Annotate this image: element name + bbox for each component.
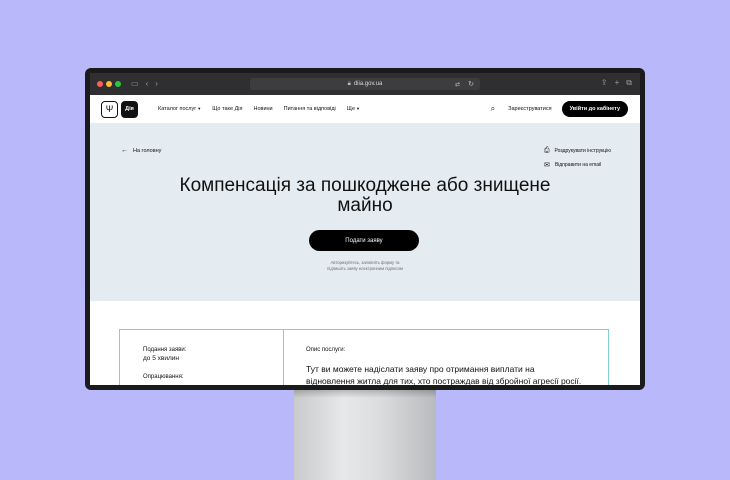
translate-icon[interactable]: ⇄ [455,81,460,88]
maximize-window-button[interactable] [115,81,121,87]
description-line-2: відновлення житла для тих, хто постражда… [306,376,582,385]
back-to-home-link[interactable]: ← На головну [121,147,161,154]
nav-item-news[interactable]: Новини [254,106,273,112]
browser-toolbar: ▭ ‹ › 🔒︎ diia.gov.ua ⇄ ↻ ⇪ + ⧉ [90,73,640,95]
page-title-line-2: майно [337,195,393,216]
print-instruction-label: Роздрукувати інструкцію [554,148,611,154]
description-line-1: Тут ви можете надіслати заяву про отрима… [306,364,535,374]
nav-item-about[interactable]: Що таке Дія [212,106,242,112]
submit-time-value: до 5 хвилин [143,355,179,362]
trident-logo-icon[interactable]: Ψ [101,100,118,118]
chevron-down-icon: ▼ [356,106,360,111]
lock-icon: 🔒︎ [347,80,351,87]
processing-label: Опрацювання: [143,374,184,380]
page-title-line-1: Компенсація за пошкоджене або знищене [179,175,551,196]
forward-nav-icon[interactable]: › [155,80,158,88]
arrow-left-icon: ← [121,147,128,154]
hero-actions: ⎙ Роздрукувати інструкцію ✉ Відправити н… [544,147,611,175]
main-nav: Каталог послуг▼ Що таке Дія Новини Питан… [158,106,360,112]
sidebar-toggle-icon[interactable]: ▭ [131,80,139,88]
back-nav-icon[interactable]: ‹ [146,80,149,88]
register-link[interactable]: Зареєструватися [508,106,551,112]
screen: ▭ ‹ › 🔒︎ diia.gov.ua ⇄ ↻ ⇪ + ⧉ Ψ Дія Кат… [90,73,640,385]
share-icon[interactable]: ⇪ [601,79,608,87]
print-instruction-link[interactable]: ⎙ Роздрукувати інструкцію [544,147,611,155]
header-actions: ⌕ Зареєструватися Увійти до кабінету [491,101,628,117]
description-label: Опис послуги: [306,347,346,353]
nav-item-faq[interactable]: Питання та відповіді [284,106,336,112]
send-email-link[interactable]: ✉ Відправити на email [544,161,611,169]
send-email-label: Відправити на email [554,162,602,168]
printer-icon: ⎙ [543,147,550,154]
browser-actions: ⇪ + ⧉ [601,79,632,87]
address-bar[interactable]: 🔒︎ diia.gov.ua ⇄ ↻ [250,78,480,90]
diia-logo[interactable]: Дія [121,100,138,118]
auth-note: Авторизуйтесь, заповніть форму та підпиш… [90,260,640,272]
reload-icon[interactable]: ↻ [468,80,474,88]
nav-item-catalog[interactable]: Каталог послуг▼ [158,106,201,112]
hero-section: ← На головну ⎙ Роздрукувати інструкцію ✉… [90,123,640,301]
service-description: Опис послуги: Тут ви можете надіслати за… [284,330,608,385]
site-header: Ψ Дія Каталог послуг▼ Що таке Дія Новини… [90,95,640,123]
service-timing: Подання заяви: до 5 хвилин Опрацювання: [120,330,284,385]
back-to-home-label: На головну [133,147,162,154]
minimize-window-button[interactable] [106,81,112,87]
search-icon[interactable]: ⌕ [491,104,495,114]
new-tab-icon[interactable]: + [615,79,620,87]
submit-application-button[interactable]: Подати заяву [309,230,419,251]
tabs-overview-icon[interactable]: ⧉ [626,79,632,87]
page-title: Компенсація за пошкоджене або знищене ма… [90,176,640,216]
address-url: diia.gov.ua [353,81,383,87]
monitor: ▭ ‹ › 🔒︎ diia.gov.ua ⇄ ↻ ⇪ + ⧉ Ψ Дія Кат… [85,68,645,390]
monitor-stand [294,388,436,480]
service-info-card: Подання заяви: до 5 хвилин Опрацювання: … [119,329,609,385]
submit-time-label: Подання заяви: [143,347,187,353]
mail-icon: ✉ [543,162,550,169]
auth-note-line-2: підпишіть заяву електронним підписом [327,266,403,271]
close-window-button[interactable] [97,81,103,87]
description-text: Тут ви можете надіслати заяву про отрима… [306,363,608,385]
login-cabinet-button[interactable]: Увійти до кабінету [561,101,628,117]
chevron-down-icon: ▼ [197,106,202,111]
nav-item-more[interactable]: Ще▼ [347,106,360,112]
